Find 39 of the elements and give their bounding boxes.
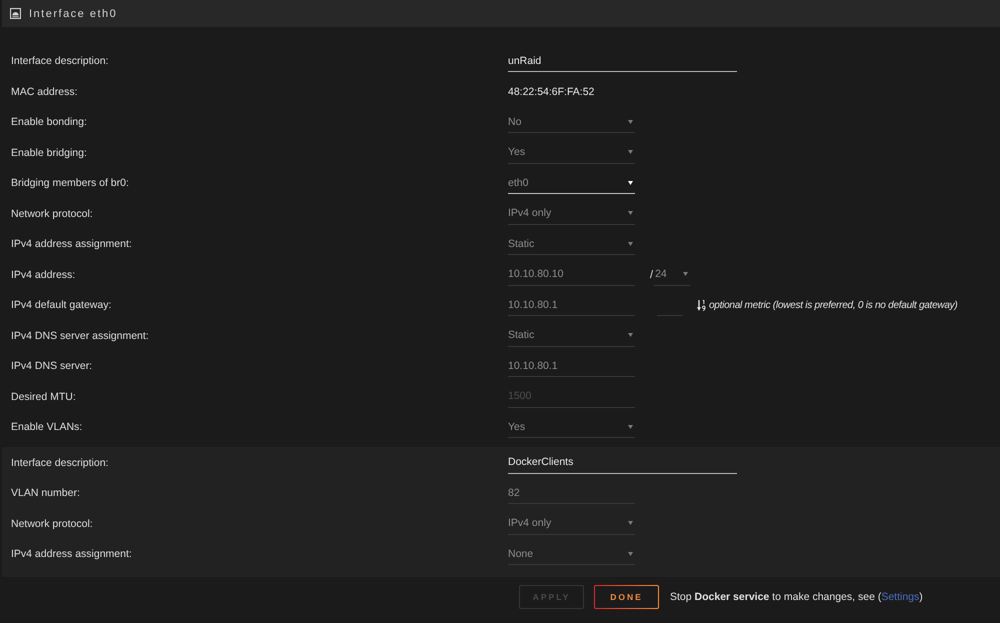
caret-icon	[628, 211, 633, 216]
action-button[interactable]: DONE	[594, 585, 659, 609]
field-label: IPv4 address assignment:	[10, 238, 133, 250]
caret-icon	[628, 424, 633, 429]
hint-text: optional metric (lowest is preferred, 0 is no default gateway)	[709, 300, 958, 311]
field-label: Interface description:	[10, 456, 110, 469]
field-label: Desired MTU:	[10, 390, 77, 403]
text-input[interactable]: DockerClients	[508, 452, 737, 474]
field-label: Bridging members of br0:	[10, 177, 130, 190]
caret-icon	[628, 333, 633, 338]
field-label: IPv4 address:	[10, 268, 76, 281]
caret-icon	[628, 150, 633, 154]
sort-down-icon	[697, 300, 706, 311]
field-label: MAC address:	[10, 86, 79, 98]
caret-icon	[628, 552, 633, 556]
caret-icon	[628, 120, 633, 124]
caret-icon	[628, 242, 633, 246]
panel-title: Interface eth0	[29, 8, 118, 20]
field-label: IPv4 address assignment:	[10, 548, 133, 560]
field-label: IPv4 default gateway:	[10, 299, 112, 312]
dropdown[interactable]: eth0	[508, 172, 635, 194]
text-input[interactable]: unRaid	[508, 50, 737, 72]
caret-icon	[683, 272, 688, 276]
slash-text: /	[650, 268, 654, 281]
caret-icon	[628, 521, 633, 526]
notice-text: Stop Docker service to make changes, see (Settings)	[670, 591, 923, 603]
field-label: VLAN number:	[10, 487, 81, 500]
field-label: IPv4 DNS server assignment:	[10, 330, 150, 342]
settings-link[interactable]: Settings	[881, 591, 920, 603]
field-label: Enable VLANs:	[10, 421, 84, 434]
caret-icon	[628, 180, 633, 185]
mac-address-text: 48:22:54:6F:FA:52	[508, 86, 594, 98]
framed-arc-icon	[10, 8, 21, 19]
field-label: IPv4 DNS server:	[10, 360, 94, 372]
field-label: Network protocol:	[10, 208, 94, 220]
field-label: Enable bridging:	[10, 146, 88, 159]
field-label: Network protocol:	[10, 518, 94, 530]
field-label: Enable bonding:	[10, 116, 88, 128]
field-label: Interface description:	[10, 55, 110, 68]
